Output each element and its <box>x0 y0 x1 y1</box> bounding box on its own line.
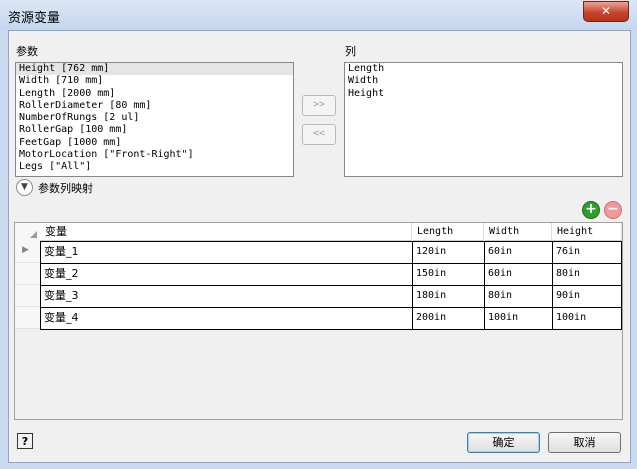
grid-header-width[interactable]: Width <box>484 223 552 241</box>
close-icon: ✕ <box>600 4 612 18</box>
close-button[interactable]: ✕ <box>583 1 629 22</box>
grid-cell[interactable]: 80in <box>484 285 552 307</box>
row-header[interactable] <box>15 285 40 307</box>
grid-cell[interactable]: 180in <box>412 285 484 307</box>
grid-header-height[interactable]: Height <box>552 223 622 241</box>
grid-cell[interactable]: 80in <box>552 263 622 285</box>
grid-corner[interactable] <box>15 223 41 241</box>
grid-header-variable[interactable]: 变量 <box>40 223 412 241</box>
row-header[interactable] <box>15 263 40 285</box>
grid-cell[interactable]: 变量_3 <box>40 285 412 307</box>
params-list-item[interactable]: MotorLocation ["Front-Right"] <box>16 149 293 161</box>
params-listbox[interactable]: Height [762 mm] Width [710 mm] Length [2… <box>15 62 294 177</box>
columns-list-item[interactable]: Height <box>345 88 622 100</box>
help-button[interactable]: ? <box>17 433 33 449</box>
grid-cell[interactable]: 120in <box>412 241 484 263</box>
grid-cell[interactable]: 150in <box>412 263 484 285</box>
current-row-icon: ▶ <box>22 245 29 255</box>
grid-cell[interactable]: 变量_4 <box>40 307 412 330</box>
columns-label: 列 <box>345 45 356 58</box>
params-list-item[interactable]: Length [2000 mm] <box>16 88 293 100</box>
params-list-item[interactable]: Height [762 mm] <box>16 63 293 76</box>
grid-cell[interactable]: 60in <box>484 241 552 263</box>
grid-cell[interactable]: 100in <box>484 307 552 330</box>
row-header[interactable] <box>15 307 40 329</box>
params-list-item[interactable]: Legs ["All"] <box>16 161 293 173</box>
variables-grid[interactable]: 变量 Length Width Height ▶ 变量_1 120in 60in… <box>14 222 623 420</box>
row-header[interactable]: ▶ <box>15 241 40 263</box>
columns-listbox[interactable]: Length Width Height <box>344 62 623 177</box>
remove-column-button[interactable]: << <box>302 124 336 145</box>
help-icon: ? <box>21 435 29 448</box>
add-column-button[interactable]: >> <box>302 95 336 116</box>
plus-icon[interactable]: + <box>582 201 600 219</box>
grid-cell[interactable]: 90in <box>552 285 622 307</box>
grid-header-length[interactable]: Length <box>412 223 484 241</box>
cancel-button[interactable]: 取消 <box>548 432 621 453</box>
chevron-down-icon[interactable]: ▼ <box>16 179 33 196</box>
minus-icon[interactable]: − <box>604 201 622 219</box>
ok-button[interactable]: 确定 <box>467 432 540 453</box>
grid-cell[interactable]: 60in <box>484 263 552 285</box>
columns-list-item[interactable]: Length <box>345 63 622 75</box>
grid-cell[interactable]: 变量_1 <box>40 241 412 263</box>
grid-cell[interactable]: 变量_2 <box>40 263 412 285</box>
select-all-icon <box>30 231 37 238</box>
mapping-label[interactable]: 参数列映射 <box>38 180 93 196</box>
params-list-item[interactable]: RollerGap [100 mm] <box>16 124 293 136</box>
columns-list-item[interactable]: Width <box>345 75 622 87</box>
grid-cell[interactable]: 200in <box>412 307 484 330</box>
params-list-item[interactable]: Width [710 mm] <box>16 75 293 87</box>
params-label: 参数 <box>16 45 38 58</box>
window-title: 资源变量 <box>8 11 61 26</box>
params-list-item[interactable]: FeetGap [1000 mm] <box>16 137 293 149</box>
params-list-item[interactable]: RollerDiameter [80 mm] <box>16 100 293 112</box>
title-bar: 资源变量 ✕ <box>0 0 637 30</box>
grid-cell[interactable]: 100in <box>552 307 622 330</box>
grid-cell[interactable]: 76in <box>552 241 622 263</box>
params-list-item[interactable]: NumberOfRungs [2 ul] <box>16 112 293 124</box>
